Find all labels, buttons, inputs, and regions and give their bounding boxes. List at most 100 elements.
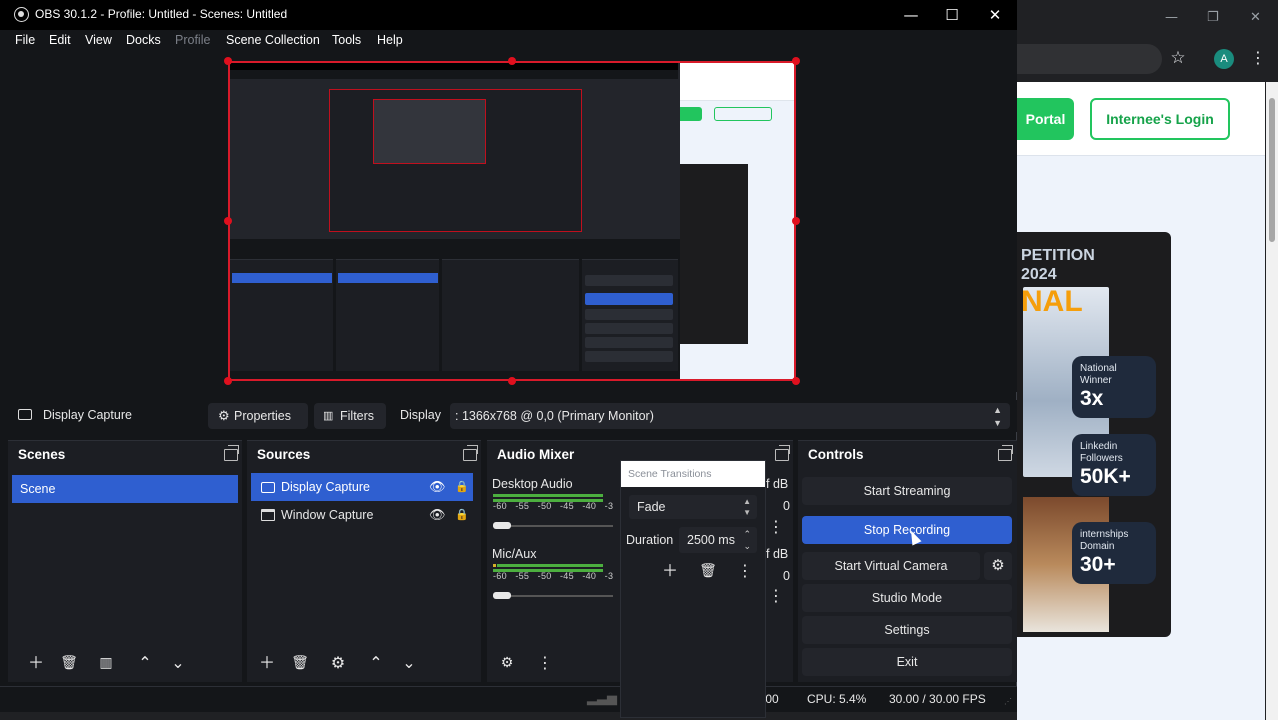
resize-grip-icon[interactable]: ⋰ (1004, 697, 1012, 706)
source-item-display-capture[interactable]: Display Capture 👁 🔒 (251, 473, 473, 501)
volume-slider-track[interactable] (493, 595, 613, 597)
stat-national-winner: National Winner 3x (1072, 356, 1156, 418)
move-source-up-button[interactable]: ⌃ (364, 651, 388, 675)
mixer-menu-icon[interactable]: ⋮ (533, 651, 557, 675)
window-icon (261, 509, 275, 521)
undock-icon[interactable] (224, 445, 239, 461)
advanced-audio-gear-icon[interactable]: ⚙ (495, 651, 519, 675)
settings-button[interactable]: Settings (802, 616, 1012, 644)
menu-help[interactable]: Help (377, 33, 403, 47)
scene-item[interactable]: Scene (12, 475, 238, 503)
stat-internships-domain: internships Domain 30+ (1072, 522, 1156, 584)
display-select[interactable]: : 1366x768 @ 0,0 (Primary Monitor) ▲ ▼ (450, 403, 1010, 429)
resize-handle-top[interactable] (508, 57, 516, 65)
web-page-content: Portal Internee's Login PETITION 2024 NA… (1017, 82, 1265, 720)
volume-meter (497, 564, 603, 567)
web-scrollbar-thumb[interactable] (1269, 98, 1275, 242)
add-transition-button[interactable]: ＋ (658, 559, 682, 583)
menu-docks[interactable]: Docks (126, 33, 161, 47)
start-virtual-camera-button[interactable]: Start Virtual Camera (802, 552, 980, 580)
preview-nested-portal-button (680, 107, 702, 121)
meter-scale: -60 -55 -50 -45 -40 -3 (493, 571, 613, 581)
preview-nested-promo (680, 164, 748, 344)
undock-icon[interactable] (463, 445, 478, 461)
volume-meter-peak (493, 564, 496, 567)
exit-button[interactable]: Exit (802, 648, 1012, 676)
browser-restore-button[interactable]: ❐ (1207, 10, 1219, 25)
resize-handle-bottom-right[interactable] (792, 377, 800, 385)
menu-file[interactable]: File (15, 33, 35, 47)
virtual-camera-settings-gear-icon[interactable]: ⚙ (984, 552, 1012, 580)
scenes-toolbar: ＋ 🗑 ▥ ⌃ ⌄ (16, 651, 236, 677)
channel-menu-icon[interactable]: ⋮ (764, 584, 788, 608)
browser-close-button[interactable]: ✕ (1250, 10, 1261, 25)
volume-slider-track[interactable] (493, 525, 613, 527)
scale-tick: -40 (582, 501, 597, 511)
browser-menu-icon[interactable]: ⋮ (1250, 48, 1266, 68)
resize-handle-top-left[interactable] (224, 57, 232, 65)
preview-nested-menubar (228, 70, 678, 79)
menu-profile[interactable]: Profile (175, 33, 210, 47)
resize-handle-left[interactable] (224, 217, 232, 225)
browser-address-bar[interactable] (1017, 44, 1162, 74)
properties-button[interactable]: ⚙ Properties (208, 403, 308, 429)
move-scene-down-button[interactable]: ⌄ (166, 651, 190, 675)
close-button[interactable]: ✕ (980, 4, 1010, 26)
menu-edit[interactable]: Edit (49, 33, 71, 47)
start-streaming-button[interactable]: Start Streaming (802, 477, 1012, 505)
remove-scene-button[interactable]: 🗑 (57, 651, 81, 675)
source-properties-button[interactable]: ⚙ (326, 651, 350, 675)
obs-logo-icon (14, 7, 29, 22)
move-source-down-button[interactable]: ⌄ (397, 651, 421, 675)
eye-icon[interactable]: 👁 (429, 501, 446, 529)
menu-scene-collection[interactable]: Scene Collection (226, 33, 320, 47)
gear-icon: ⚙ (218, 408, 230, 423)
volume-slider-knob[interactable] (493, 522, 511, 529)
filters-button[interactable]: ▥ Filters (314, 403, 386, 429)
scene-filters-button[interactable]: ▥ (94, 651, 118, 675)
channel-db-desktop-audio: f dB (766, 477, 789, 491)
display-capture-icon (18, 409, 32, 420)
remove-transition-button[interactable]: 🗑 (696, 559, 720, 583)
browser-minimize-button[interactable]: — (1165, 10, 1178, 25)
transition-select[interactable]: Fade ▲ ▼ (629, 495, 757, 519)
promo-heading-line3: NAL (1021, 285, 1083, 318)
internee-login-button[interactable]: Internee's Login (1090, 98, 1230, 140)
minimize-button[interactable]: — (896, 4, 926, 26)
resize-handle-bottom[interactable] (508, 377, 516, 385)
stat-value: 50K+ (1080, 465, 1131, 488)
lock-icon[interactable]: 🔒 (455, 473, 469, 501)
source-item-window-capture[interactable]: Window Capture 👁 🔒 (251, 501, 473, 529)
remove-source-button[interactable]: 🗑 (288, 651, 312, 675)
volume-slider-knob[interactable] (493, 592, 511, 599)
channel-menu-icon[interactable]: ⋮ (764, 515, 788, 539)
scale-tick: -50 (537, 501, 552, 511)
preview-nested-web-header (680, 61, 796, 101)
maximize-button[interactable]: ☐ (937, 4, 967, 26)
preview-nested-button (585, 337, 673, 348)
scene-transitions-title[interactable]: Scene Transitions (621, 461, 765, 487)
menu-view[interactable]: View (85, 33, 112, 47)
profile-avatar[interactable]: A (1214, 49, 1234, 69)
scale-tick: -3 (604, 501, 614, 511)
move-scene-up-button[interactable]: ⌃ (133, 651, 157, 675)
add-source-button[interactable]: ＋ (255, 651, 279, 675)
lock-icon[interactable]: 🔒 (455, 501, 469, 529)
menu-tools[interactable]: Tools (332, 33, 361, 47)
bookmark-star-icon[interactable]: ☆ (1168, 48, 1188, 68)
undock-icon[interactable] (998, 445, 1013, 461)
web-scrollbar[interactable] (1266, 82, 1278, 720)
studio-mode-button[interactable]: Studio Mode (802, 584, 1012, 612)
resize-handle-right[interactable] (792, 217, 800, 225)
transition-menu-icon[interactable]: ⋮ (733, 559, 757, 583)
spin-arrows-icon[interactable]: ⌃ ⌄ (743, 527, 751, 552)
portal-button[interactable]: Portal (1017, 98, 1074, 140)
add-scene-button[interactable]: ＋ (24, 651, 48, 675)
duration-spinbox[interactable]: 2500 ms ⌃ ⌄ (679, 527, 757, 553)
stop-recording-button[interactable]: Stop Recording (802, 516, 1012, 544)
preview-canvas[interactable] (228, 61, 796, 381)
resize-handle-bottom-left[interactable] (224, 377, 232, 385)
undock-icon[interactable] (775, 445, 790, 461)
eye-icon[interactable]: 👁 (429, 473, 446, 501)
resize-handle-top-right[interactable] (792, 57, 800, 65)
